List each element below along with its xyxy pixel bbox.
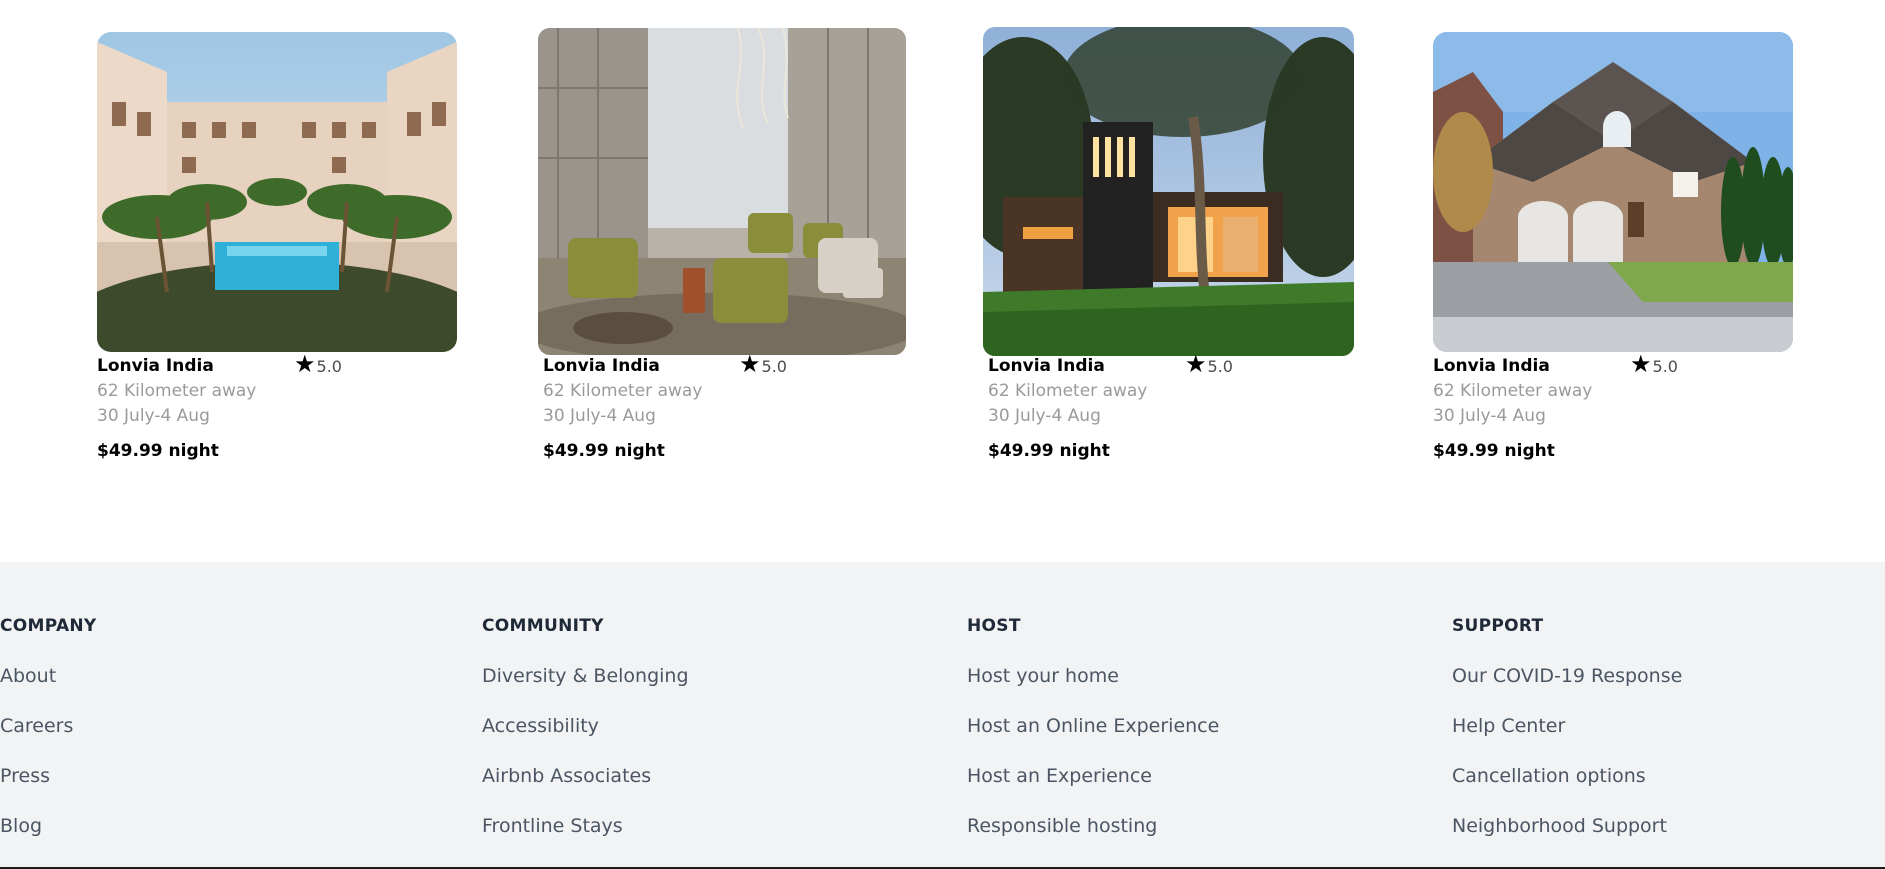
footer-link-help-center[interactable]: Help Center — [1452, 715, 1565, 737]
star-icon: ★ — [294, 350, 316, 378]
footer-column-host: HOST Host your home Host an Online Exper… — [967, 616, 1219, 837]
listing-rating: ★ 5.0 — [1630, 352, 1678, 376]
star-icon: ★ — [1630, 350, 1652, 378]
rating-value: 5.0 — [316, 356, 342, 376]
listing-title: Lonvia India — [97, 356, 214, 376]
listing-dates: 30 July-4 Aug — [543, 406, 656, 426]
listing-dates: 30 July-4 Aug — [1433, 406, 1546, 426]
site-footer: COMPANY About Careers Press Blog COMMUNI… — [0, 562, 1885, 869]
footer-link-diversity[interactable]: Diversity & Belonging — [482, 665, 689, 687]
footer-link-careers[interactable]: Careers — [0, 715, 73, 737]
listing-distance: 62 Kilometer away — [97, 381, 257, 401]
footer-column-company: COMPANY About Careers Press Blog — [0, 616, 97, 837]
footer-link-host-online-experience[interactable]: Host an Online Experience — [967, 715, 1219, 737]
footer-link-host-experience[interactable]: Host an Experience — [967, 765, 1152, 787]
footer-column-support: SUPPORT Our COVID-19 Response Help Cente… — [1452, 616, 1682, 837]
footer-heading: COMMUNITY — [482, 616, 604, 636]
rating-value: 5.0 — [1207, 356, 1233, 376]
listing-title: Lonvia India — [543, 356, 660, 376]
listing-image[interactable] — [97, 32, 457, 352]
listing-title: Lonvia India — [1433, 356, 1550, 376]
rating-value: 5.0 — [1652, 356, 1678, 376]
footer-link-neighborhood-support[interactable]: Neighborhood Support — [1452, 815, 1667, 837]
listing-dates: 30 July-4 Aug — [988, 406, 1101, 426]
listing-dates: 30 July-4 Aug — [97, 406, 210, 426]
listing-price: $49.99 night — [1433, 441, 1555, 461]
footer-link-about[interactable]: About — [0, 665, 56, 687]
footer-link-responsible-hosting[interactable]: Responsible hosting — [967, 815, 1157, 837]
footer-heading: SUPPORT — [1452, 616, 1544, 636]
listing-title: Lonvia India — [988, 356, 1105, 376]
listing-image[interactable] — [538, 28, 906, 355]
footer-link-frontline-stays[interactable]: Frontline Stays — [482, 815, 623, 837]
listing-image[interactable] — [1433, 32, 1793, 352]
footer-link-host-home[interactable]: Host your home — [967, 665, 1119, 687]
listing-price: $49.99 night — [543, 441, 665, 461]
listing-rating: ★ 5.0 — [739, 352, 787, 376]
footer-link-covid-response[interactable]: Our COVID-19 Response — [1452, 665, 1682, 687]
listings-grid: Lonvia India ★ 5.0 62 Kilometer away 30 … — [0, 0, 1885, 562]
listing-price: $49.99 night — [988, 441, 1110, 461]
footer-link-cancellation-options[interactable]: Cancellation options — [1452, 765, 1646, 787]
footer-link-associates[interactable]: Airbnb Associates — [482, 765, 651, 787]
footer-link-press[interactable]: Press — [0, 765, 50, 787]
listing-image[interactable] — [983, 27, 1354, 356]
footer-link-accessibility[interactable]: Accessibility — [482, 715, 599, 737]
listing-price: $49.99 night — [97, 441, 219, 461]
listing-distance: 62 Kilometer away — [988, 381, 1148, 401]
footer-column-community: COMMUNITY Diversity & Belonging Accessib… — [482, 616, 689, 837]
star-icon: ★ — [1185, 350, 1207, 378]
listing-rating: ★ 5.0 — [1185, 352, 1233, 376]
listing-distance: 62 Kilometer away — [543, 381, 703, 401]
star-icon: ★ — [739, 350, 761, 378]
listing-rating: ★ 5.0 — [294, 352, 342, 376]
footer-heading: HOST — [967, 616, 1021, 636]
rating-value: 5.0 — [761, 356, 787, 376]
footer-heading: COMPANY — [0, 616, 97, 636]
listing-distance: 62 Kilometer away — [1433, 381, 1593, 401]
footer-link-blog[interactable]: Blog — [0, 815, 42, 837]
